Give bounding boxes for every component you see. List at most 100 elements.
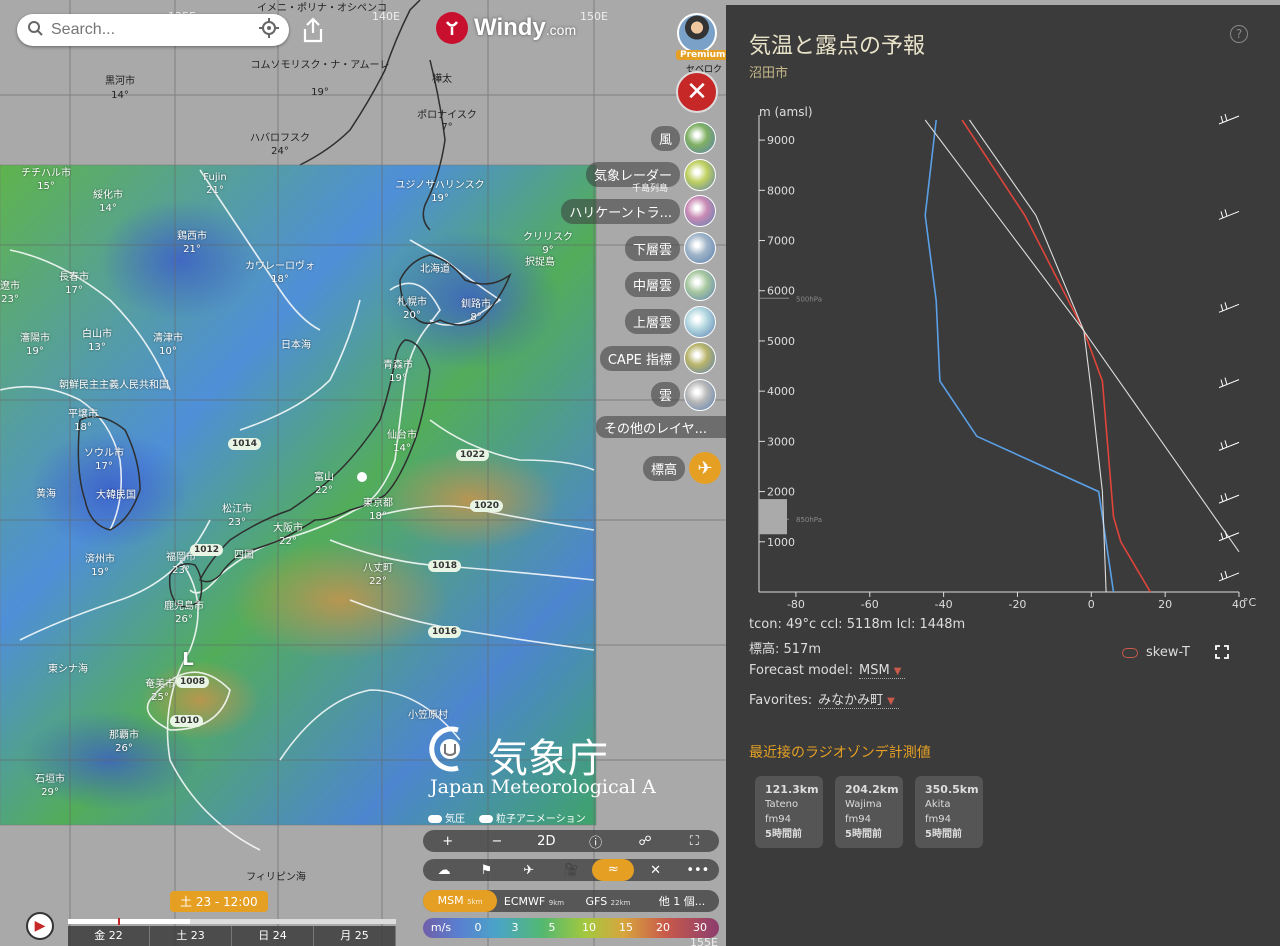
layer-item[interactable]: 中層雲 bbox=[624, 268, 716, 301]
place-label: 23° bbox=[1, 294, 19, 305]
favorites-label: Favorites: bbox=[749, 693, 813, 708]
pressure-level-label: 850hPa bbox=[796, 516, 822, 524]
place-label: ハバロフスク bbox=[250, 133, 310, 144]
fullscreen-button[interactable]: ⛶ bbox=[670, 834, 719, 849]
legend-unit: m/s bbox=[430, 921, 452, 934]
place-label: 8° bbox=[470, 312, 482, 323]
more-tools-button[interactable]: ••• bbox=[677, 863, 719, 878]
weather-icon-button[interactable]: ☁ bbox=[423, 863, 465, 878]
place-label: 大阪市 bbox=[273, 523, 303, 534]
search-input[interactable] bbox=[51, 21, 259, 39]
webcam-button[interactable]: 🎥 bbox=[550, 863, 592, 878]
x-axis-label: °C bbox=[1243, 596, 1257, 609]
selected-location-dot bbox=[357, 472, 367, 482]
wind-barb bbox=[1218, 377, 1240, 389]
layer-item[interactable]: CAPE 指標 bbox=[599, 342, 716, 375]
layer-item[interactable]: 風 bbox=[650, 122, 716, 154]
model-gfs-button[interactable]: GFS 22km bbox=[571, 895, 645, 908]
layer-item[interactable]: 下層雲 bbox=[624, 232, 716, 265]
skew-t-toggle[interactable]: skew-T bbox=[1122, 645, 1190, 660]
place-label: 18° bbox=[74, 422, 92, 433]
zoom-in-button[interactable]: + bbox=[423, 834, 472, 849]
zoom-out-button[interactable]: − bbox=[472, 834, 521, 849]
premium-badge: Premium bbox=[676, 50, 726, 60]
radiosonde-card[interactable]: 204.2km Wajima fm94 5時間前 bbox=[835, 776, 903, 848]
place-label: 22° bbox=[315, 485, 333, 496]
chevron-down-icon: ▼ bbox=[893, 666, 902, 677]
low-pressure-marker: L bbox=[182, 649, 194, 670]
place-label: 14° bbox=[99, 203, 117, 214]
isobar-label: 1012 bbox=[190, 544, 224, 556]
layer-sublabel: 千島列島 bbox=[631, 183, 668, 194]
play-icon: ▶ bbox=[34, 918, 46, 934]
elevation-line: 標高: 517m bbox=[749, 642, 821, 657]
sounding-chart: m (amsl) 1000 2000 3000 4000 5000 6000 7000 8000… bbox=[758, 105, 1257, 611]
expand-icon[interactable] bbox=[1215, 645, 1229, 663]
model-more-button[interactable]: 他 1 個... bbox=[645, 893, 719, 909]
model-ecmwf-button[interactable]: ECMWF 9km bbox=[497, 895, 571, 908]
day-label[interactable]: 土 23 bbox=[150, 926, 232, 946]
panel-location: 沼田市 bbox=[749, 66, 789, 81]
place-label: 26° bbox=[115, 743, 133, 754]
airport-button[interactable]: ✈ bbox=[508, 863, 550, 878]
place-label: 済州市 bbox=[85, 554, 115, 565]
wind-layer-button[interactable]: ≈ bbox=[592, 859, 635, 881]
place-label: 19° bbox=[431, 193, 449, 204]
day-label[interactable]: 月 25 bbox=[314, 926, 396, 946]
flag-button[interactable]: ⚑ bbox=[465, 863, 507, 878]
y-tick-label: 2000 bbox=[767, 486, 795, 499]
x-tick-label: -40 bbox=[935, 598, 953, 611]
layer-item[interactable]: 上層雲 bbox=[624, 305, 716, 338]
place-label: 青森市 bbox=[383, 360, 413, 371]
place-label: 26° bbox=[175, 614, 193, 625]
hurricane-button[interactable]: ☍ bbox=[620, 834, 669, 849]
forecast-model-label: Forecast model: bbox=[749, 663, 853, 678]
layer-label: 中層雲 bbox=[624, 272, 680, 298]
layer-item[interactable]: 気象レーダー 千島列島 bbox=[585, 158, 716, 194]
toggle-switch bbox=[1122, 647, 1138, 658]
place-label: 23° bbox=[228, 517, 246, 528]
place-label: 札幌市 bbox=[397, 297, 427, 308]
place-label: 白山市 bbox=[82, 329, 112, 340]
clear-button[interactable]: ✕ bbox=[634, 863, 676, 878]
2d-toggle-button[interactable]: 2D bbox=[522, 834, 571, 849]
place-label: フィリピン海 bbox=[246, 872, 306, 883]
place-label: 17° bbox=[95, 461, 113, 472]
timeline-track[interactable] bbox=[68, 918, 396, 925]
close-button[interactable]: ✕ bbox=[676, 71, 718, 113]
radiosonde-card[interactable]: 121.3km Tateno fm94 5時間前 bbox=[755, 776, 823, 848]
share-button[interactable] bbox=[298, 14, 328, 46]
favorites-select[interactable]: みなかみ町 ▼ bbox=[818, 693, 899, 709]
legend-tick: 3 bbox=[511, 921, 519, 934]
x-tick-label: -20 bbox=[1008, 598, 1026, 611]
place-label: 平壌市 bbox=[68, 409, 98, 420]
locate-icon[interactable] bbox=[259, 18, 279, 42]
y-axis-label: m (amsl) bbox=[759, 105, 813, 119]
play-button[interactable]: ▶ bbox=[26, 912, 54, 940]
info-button[interactable]: ⓘ bbox=[571, 832, 620, 851]
model-msm-button[interactable]: MSM 5km bbox=[423, 890, 497, 912]
place-label: 19° bbox=[26, 346, 44, 357]
day-label[interactable]: 金 22 bbox=[68, 926, 150, 946]
elevation-layer[interactable]: 標高 ✈ bbox=[643, 452, 722, 484]
particle-animation-toggle[interactable]: 粒子アニメーション bbox=[479, 810, 586, 825]
map-view[interactable]: 125E 140E 150E 155E イメニ・ポリナ・オシペンココムソモリスク… bbox=[0, 0, 726, 946]
x-tick-label: 20 bbox=[1158, 598, 1172, 611]
search-bar[interactable] bbox=[17, 14, 289, 46]
user-avatar[interactable] bbox=[677, 13, 717, 53]
place-label: 9° bbox=[542, 245, 554, 256]
place-label: 7° bbox=[441, 122, 453, 133]
windy-logo-icon bbox=[436, 12, 468, 44]
y-tick-label: 9000 bbox=[767, 134, 795, 147]
forecast-model-select[interactable]: MSM ▼ bbox=[859, 663, 906, 679]
pressure-toggle[interactable]: 気圧 bbox=[428, 810, 465, 825]
day-label[interactable]: 日 24 bbox=[232, 926, 314, 946]
layer-item[interactable]: ハリケーントラ... bbox=[561, 195, 716, 228]
more-layers-button[interactable]: その他のレイヤ... bbox=[596, 416, 726, 438]
help-icon[interactable]: ? bbox=[1230, 25, 1248, 43]
radiosonde-card[interactable]: 350.5km Akita fm94 5時間前 bbox=[915, 776, 983, 848]
y-tick-label: 4000 bbox=[767, 385, 795, 398]
place-label: 那覇市 bbox=[109, 730, 139, 741]
place-label: 東京都 bbox=[363, 498, 393, 509]
layer-item[interactable]: 雲 bbox=[650, 378, 716, 411]
